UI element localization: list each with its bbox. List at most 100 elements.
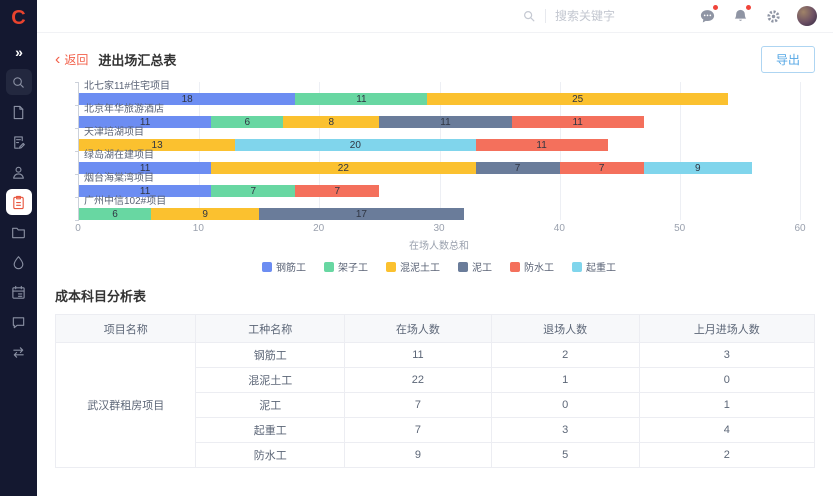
x-tick-label: 0 — [75, 223, 81, 234]
back-link[interactable]: 返回 — [64, 51, 88, 68]
bar-track: 6917 — [79, 208, 800, 220]
notification-dot — [746, 5, 751, 10]
back-chevron-icon[interactable]: ‹ — [55, 52, 60, 68]
bar-segment: 20 — [235, 139, 475, 151]
sidebar: C » — [0, 0, 37, 496]
chart-legend: 钢筋工 架子工 混泥土工 泥工 防水工 起重工 — [78, 259, 800, 274]
legend-item[interactable]: 混泥土工 — [386, 259, 440, 274]
bar-segment: 25 — [427, 93, 727, 105]
bar-group: 烟台海棠湾项目1177 — [79, 174, 800, 197]
sidebar-item-calendar-icon[interactable] — [6, 279, 32, 305]
bar-track: 1177 — [79, 185, 800, 197]
topbar-search — [522, 9, 650, 23]
table-cell: 混泥土工 — [196, 368, 345, 393]
bar-segment: 9 — [151, 208, 259, 220]
bar-category-label: 北京年华旅游酒店 — [79, 105, 800, 116]
column-header: 在场人数 — [345, 315, 491, 343]
table-row: 武汉群租房项目钢筋工1123 — [56, 343, 815, 368]
sidebar-item-expand-icon[interactable]: » — [6, 39, 32, 65]
legend-item[interactable]: 架子工 — [324, 259, 368, 274]
cost-table-body: 武汉群租房项目钢筋工1123混泥土工2210泥工701起重工734防水工952 — [56, 343, 815, 468]
legend-item[interactable]: 防水工 — [510, 259, 554, 274]
chart-xaxis-title: 在场人数总和 — [78, 237, 800, 252]
table-cell: 7 — [345, 393, 491, 418]
search-input[interactable] — [555, 9, 650, 23]
bar-group: 北京年华旅游酒店11681111 — [79, 105, 800, 128]
legend-swatch — [324, 262, 334, 272]
table-cell: 1 — [639, 393, 814, 418]
table-cell: 0 — [639, 368, 814, 393]
legend-item[interactable]: 钢筋工 — [262, 259, 306, 274]
bar-segment: 6 — [211, 116, 283, 128]
sidebar-item-search-icon[interactable] — [6, 69, 32, 95]
message-icon[interactable] — [698, 7, 716, 25]
bar-segment: 11 — [379, 116, 511, 128]
bar-category-label: 烟台海棠湾项目 — [79, 174, 800, 185]
legend-item[interactable]: 起重工 — [572, 259, 616, 274]
table-cell: 钢筋工 — [196, 343, 345, 368]
column-header: 项目名称 — [56, 315, 196, 343]
bar-track: 132011 — [79, 139, 800, 151]
legend-item[interactable]: 泥工 — [458, 259, 492, 274]
bar-track: 1122779 — [79, 162, 800, 174]
bar-segment: 11 — [512, 116, 644, 128]
table-title: 成本科目分析表 — [55, 286, 815, 305]
sidebar-item-chat-icon[interactable] — [6, 309, 32, 335]
topbar — [37, 0, 833, 33]
sidebar-item-document-icon[interactable] — [6, 99, 32, 125]
table-cell: 2 — [491, 343, 639, 368]
chart-xaxis: 0102030405060 — [78, 223, 800, 236]
sidebar-item-user-icon[interactable] — [6, 159, 32, 185]
bar-segment: 7 — [476, 162, 560, 174]
table-cell: 3 — [491, 418, 639, 443]
sidebar-item-clipboard-icon[interactable] — [6, 189, 32, 215]
bar-segment: 17 — [259, 208, 463, 220]
bar-group: 广州中信102#项目6917 — [79, 197, 800, 220]
legend-swatch — [262, 262, 272, 272]
x-tick-label: 50 — [674, 223, 685, 234]
bar-segment: 6 — [79, 208, 151, 220]
sidebar-nav: » — [6, 39, 32, 369]
legend-label: 钢筋工 — [276, 259, 306, 274]
search-icon[interactable] — [522, 9, 536, 23]
bar-category-label: 绿岛湖在建项目 — [79, 151, 800, 162]
gear-icon[interactable] — [764, 7, 782, 25]
legend-label: 泥工 — [472, 259, 492, 274]
export-button[interactable]: 导出 — [761, 46, 815, 73]
sidebar-item-transfer-icon[interactable] — [6, 339, 32, 365]
legend-swatch — [572, 262, 582, 272]
table-cell: 1 — [491, 368, 639, 393]
bar-segment: 11 — [295, 93, 427, 105]
x-tick-label: 30 — [433, 223, 444, 234]
cost-table-header-row: 项目名称工种名称在场人数退场人数上月进场人数 — [56, 315, 815, 343]
bar-group: 绿岛湖在建项目1122779 — [79, 151, 800, 174]
sidebar-item-water-drop-icon[interactable] — [6, 249, 32, 275]
table-cell: 4 — [639, 418, 814, 443]
bar-category-label: 北七家11#住宅项目 — [79, 82, 800, 93]
breadcrumb: ‹ 返回 进出场汇总表 导出 — [37, 33, 833, 79]
bar-segment: 9 — [644, 162, 752, 174]
bar-group: 天津培湖项目132011 — [79, 128, 800, 151]
table-cell: 防水工 — [196, 443, 345, 468]
entry-exit-chart: 北七家11#住宅项目181125北京年华旅游酒店11681111天津培湖项目13… — [78, 82, 800, 274]
table-cell: 5 — [491, 443, 639, 468]
x-tick-label: 20 — [313, 223, 324, 234]
legend-swatch — [386, 262, 396, 272]
chart-plot: 北七家11#住宅项目181125北京年华旅游酒店11681111天津培湖项目13… — [78, 82, 800, 220]
x-tick-label: 40 — [554, 223, 565, 234]
x-tick-label: 60 — [794, 223, 805, 234]
sidebar-item-document-edit-icon[interactable] — [6, 129, 32, 155]
bar-track: 181125 — [79, 93, 800, 105]
cost-analysis-section: 成本科目分析表 项目名称工种名称在场人数退场人数上月进场人数 武汉群租房项目钢筋… — [37, 274, 833, 468]
bar-track: 11681111 — [79, 116, 800, 128]
bell-icon[interactable] — [731, 7, 749, 25]
legend-label: 起重工 — [586, 259, 616, 274]
table-cell: 22 — [345, 368, 491, 393]
sidebar-item-folder-icon[interactable] — [6, 219, 32, 245]
search-divider — [545, 9, 546, 23]
main-area: ‹ 返回 进出场汇总表 导出 北七家11#住宅项目181125北京年华旅游酒店1… — [37, 0, 833, 496]
legend-swatch — [458, 262, 468, 272]
avatar[interactable] — [797, 6, 817, 26]
column-header: 工种名称 — [196, 315, 345, 343]
cost-table: 项目名称工种名称在场人数退场人数上月进场人数 武汉群租房项目钢筋工1123混泥土… — [55, 314, 815, 468]
